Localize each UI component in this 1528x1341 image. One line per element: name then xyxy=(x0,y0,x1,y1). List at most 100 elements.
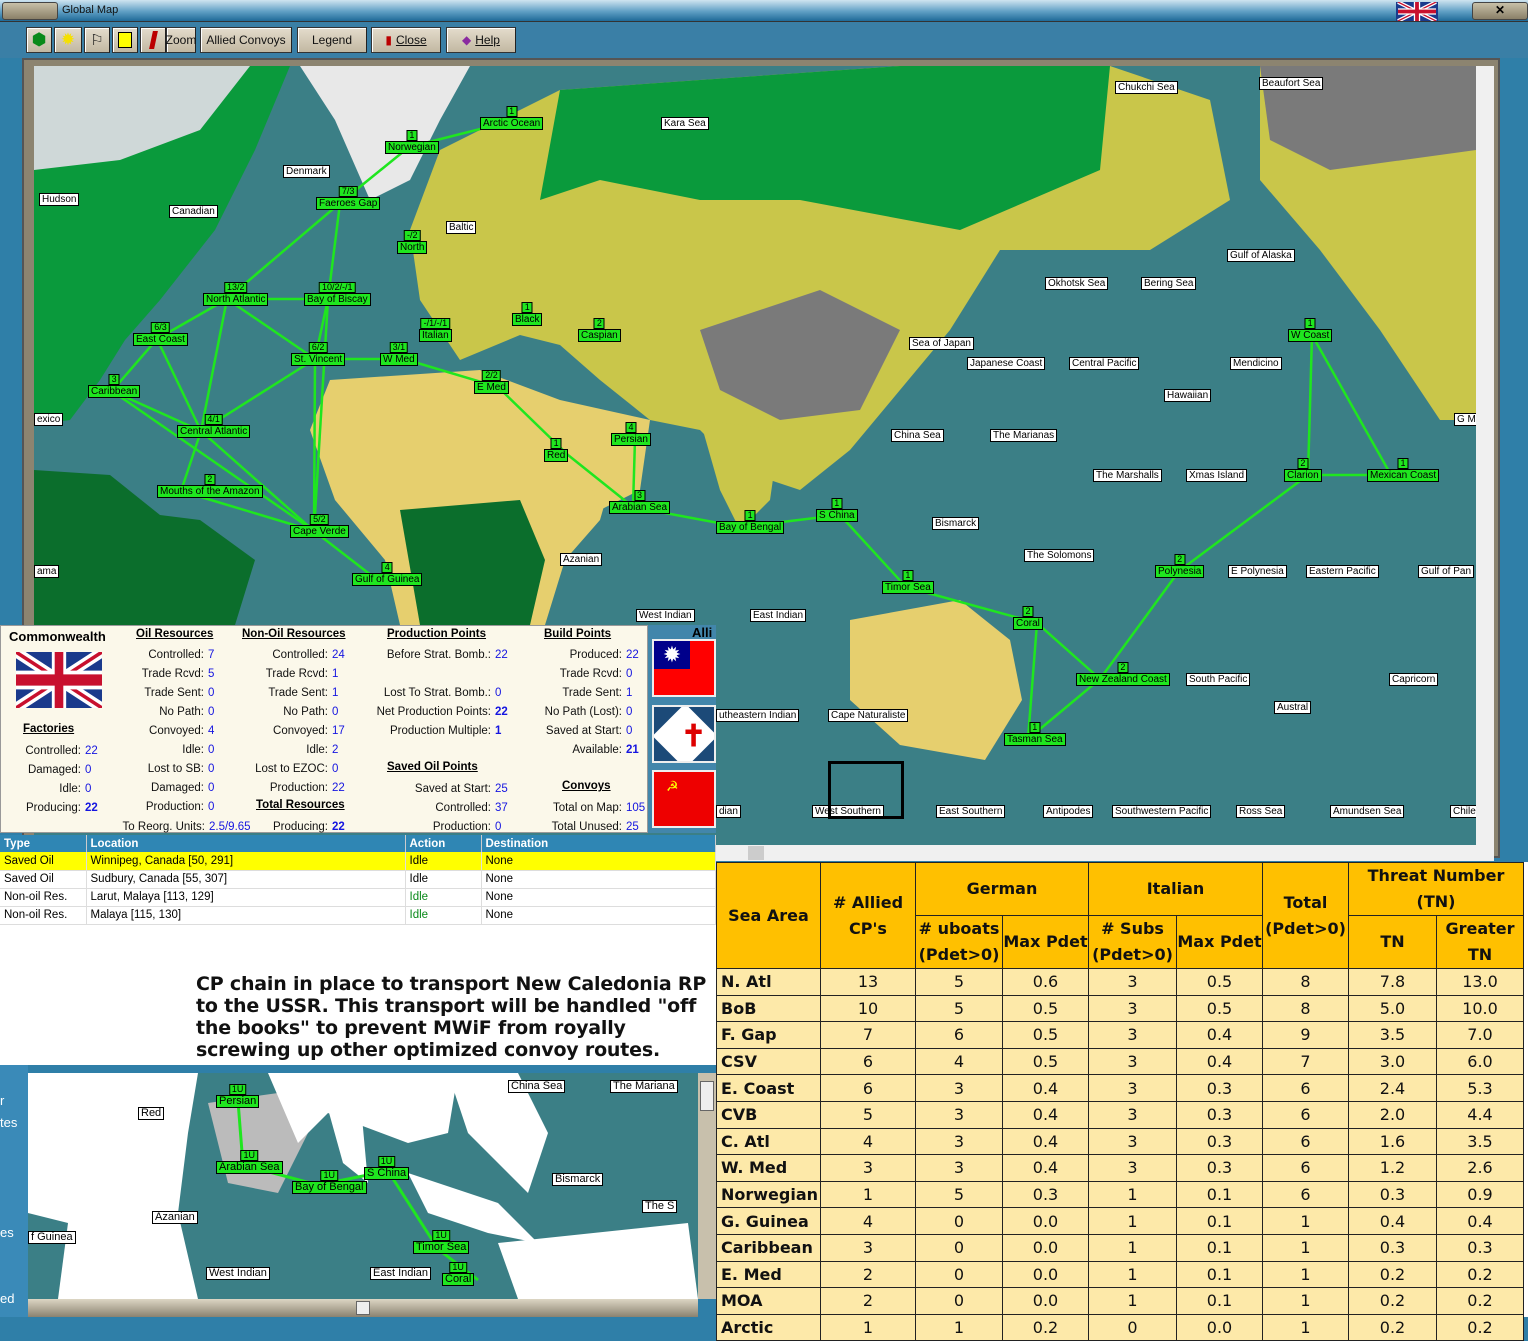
sea-area-label[interactable]: Sea of Japan xyxy=(909,337,974,350)
sea-area-label[interactable]: East Southern xyxy=(936,805,1006,818)
sea-area-label[interactable]: Bismarck xyxy=(932,517,980,530)
sea-area-label[interactable]: Austral xyxy=(1274,701,1312,714)
col-location[interactable]: Location xyxy=(86,835,406,852)
convoy-area-italian[interactable]: Italian -/1/-/1 xyxy=(419,318,452,342)
sea-area-label[interactable]: The Mariana xyxy=(610,1080,678,1093)
mini-vertical-scrollbar[interactable] xyxy=(698,1073,716,1299)
convoy-area-cape-verde[interactable]: Cape Verde 5/2 xyxy=(290,514,349,538)
sea-area-label[interactable]: Denmark xyxy=(283,165,330,178)
hex-button[interactable]: ⬢ xyxy=(26,27,52,53)
mini-convoy-area[interactable]: Timor Sea 1U xyxy=(413,1230,470,1254)
convoy-area-gulf-of-guinea[interactable]: Gulf of Guinea 4 xyxy=(352,562,423,586)
sea-area-label[interactable]: Amundsen Sea xyxy=(1330,805,1405,818)
scroll-thumb[interactable] xyxy=(748,846,764,860)
convoy-area-red[interactable]: Red 1 xyxy=(544,438,569,462)
convoy-area-coral[interactable]: Coral 2 xyxy=(1013,606,1043,630)
col-destination[interactable]: Destination xyxy=(481,835,716,852)
convoy-area-bay-of-biscay[interactable]: Bay of Biscay 10/2/-/1 xyxy=(304,282,371,306)
allied-convoys-button[interactable]: Allied Convoys xyxy=(200,27,292,53)
sea-area-label[interactable]: Eastern Pacific xyxy=(1306,565,1379,578)
sea-area-label[interactable]: East Indian xyxy=(750,609,807,622)
sea-area-label[interactable]: Azanian xyxy=(152,1211,198,1224)
close-button[interactable]: ▮ Close xyxy=(371,27,441,53)
sea-area-label[interactable]: Hawaiian xyxy=(1164,389,1212,402)
convoy-area-clarion[interactable]: Clarion 2 xyxy=(1284,458,1322,482)
sea-area-label[interactable]: Central Pacific xyxy=(1069,357,1140,370)
sea-area-label[interactable]: China Sea xyxy=(508,1080,566,1093)
mini-convoy-area[interactable]: Coral 1U xyxy=(442,1262,475,1286)
list-row[interactable]: Saved Oil Winnipeg, Canada [50, 291] Idle N… xyxy=(0,852,716,871)
zoom-button[interactable]: Zoom xyxy=(166,27,196,53)
scroll-thumb[interactable] xyxy=(356,1301,370,1315)
convoy-area-north[interactable]: North -/2 xyxy=(397,230,428,254)
sea-area-label[interactable]: Red xyxy=(138,1107,165,1120)
mini-horizontal-scrollbar[interactable] xyxy=(28,1299,698,1317)
china-flag-button[interactable]: ✹ xyxy=(652,639,716,697)
convoy-area-caspian[interactable]: Caspian 2 xyxy=(578,318,621,342)
sea-area-label[interactable]: Kara Sea xyxy=(661,117,709,130)
window-menu-button[interactable] xyxy=(2,2,58,20)
sea-area-label[interactable]: Gulf of Alaska xyxy=(1227,249,1295,262)
calculator-button[interactable] xyxy=(112,27,138,53)
sea-area-label[interactable]: f Guinea xyxy=(28,1231,76,1244)
sea-area-label[interactable]: exico xyxy=(34,413,64,426)
convoy-area-timor-sea[interactable]: Timor Sea 1 xyxy=(882,570,934,594)
flag-button[interactable]: ⚐ xyxy=(84,27,110,53)
list-row[interactable]: Saved Oil Sudbury, Canada [55, 307] Idle No… xyxy=(0,870,716,889)
free-france-flag-button[interactable]: ✝ xyxy=(652,705,716,763)
col-type[interactable]: Type xyxy=(0,835,87,852)
mini-convoy-area[interactable]: S China 1U xyxy=(364,1156,410,1180)
sea-area-label[interactable]: Baltic xyxy=(446,221,477,234)
sea-area-label[interactable]: Capricorn xyxy=(1389,673,1439,686)
sea-area-label[interactable]: Chile xyxy=(1450,805,1476,818)
convoy-area-mouths-of-the-amazon[interactable]: Mouths of the Amazon 2 xyxy=(157,474,263,498)
zoomed-map[interactable]: Persian 1U Arabian Sea 1U Bay of Bengal 1U S C… xyxy=(28,1073,698,1299)
convoy-area-faeroes-gap[interactable]: Faeroes Gap 7/3 xyxy=(316,186,381,210)
sea-area-label[interactable]: ama xyxy=(34,565,60,578)
viewport-rectangle[interactable] xyxy=(828,761,904,819)
list-row[interactable]: Non-oil Res. Malaya [115, 130] Idle None xyxy=(0,906,716,925)
convoy-area-new-zealand-coast[interactable]: New Zealand Coast 2 xyxy=(1076,662,1170,686)
convoy-area-north-atlantic[interactable]: North Atlantic 13/2 xyxy=(203,282,269,306)
convoy-area-st-vincent[interactable]: St. Vincent 6/2 xyxy=(291,342,346,366)
sun-button[interactable]: ✹ xyxy=(54,27,82,53)
sea-area-label[interactable]: Mendicino xyxy=(1230,357,1282,370)
sea-area-label[interactable]: Canadian xyxy=(169,205,218,218)
sea-area-label[interactable]: utheastern Indian xyxy=(716,709,800,722)
convoy-area-norwegian[interactable]: Norwegian 1 xyxy=(385,130,439,154)
mini-convoy-area[interactable]: Persian 1U xyxy=(216,1084,260,1108)
sea-area-label[interactable]: E Polynesia xyxy=(1228,565,1287,578)
convoy-area-central-atlantic[interactable]: Central Atlantic 4/1 xyxy=(177,414,251,438)
sea-area-label[interactable]: The Marshalls xyxy=(1093,469,1162,482)
ussr-flag-button[interactable]: ☭ xyxy=(652,770,716,828)
sea-area-label[interactable]: China Sea xyxy=(891,429,944,442)
sea-area-label[interactable]: Cape Naturaliste xyxy=(828,709,909,722)
legend-button[interactable]: Legend xyxy=(297,27,367,53)
help-button[interactable]: ◆ Help xyxy=(446,27,516,53)
sea-area-label[interactable]: Bismarck xyxy=(552,1173,604,1186)
sea-area-label[interactable]: dian xyxy=(716,805,741,818)
mini-convoy-area[interactable]: Arabian Sea 1U xyxy=(216,1150,283,1174)
convoy-area-w-med[interactable]: W Med 3/1 xyxy=(380,342,418,366)
sea-area-label[interactable]: Xmas Island xyxy=(1186,469,1248,482)
sea-area-label[interactable]: Chukchi Sea xyxy=(1115,81,1178,94)
convoy-area-arabian-sea[interactable]: Arabian Sea 3 xyxy=(609,490,671,514)
list-row[interactable]: Non-oil Res. Larut, Malaya [113, 129] Idle… xyxy=(0,888,716,907)
sea-area-label[interactable]: Antipodes xyxy=(1043,805,1094,818)
close-window-button[interactable]: ✕ xyxy=(1472,2,1528,20)
scroll-thumb[interactable] xyxy=(700,1081,714,1111)
sea-area-label[interactable]: Okhotsk Sea xyxy=(1045,277,1109,290)
sea-area-label[interactable]: West Indian xyxy=(206,1267,270,1280)
mini-convoy-area[interactable]: Bay of Bengal 1U xyxy=(292,1170,367,1194)
convoy-area-persian[interactable]: Persian 4 xyxy=(611,422,651,446)
sea-area-label[interactable]: West Indian xyxy=(636,609,695,622)
sea-area-label[interactable]: Azanian xyxy=(560,553,603,566)
sea-area-label[interactable]: Ross Sea xyxy=(1236,805,1286,818)
sea-area-label[interactable]: G M xyxy=(1454,413,1476,426)
convoy-area-caribbean[interactable]: Caribbean 3 xyxy=(88,374,141,398)
convoy-area-e-med[interactable]: E Med 2/2 xyxy=(474,370,509,394)
map-horizontal-scrollbar[interactable] xyxy=(716,845,1494,861)
sea-area-label[interactable]: Beaufort Sea xyxy=(1259,77,1324,90)
sea-area-label[interactable]: Hudson xyxy=(39,193,80,206)
sea-area-label[interactable]: The Marianas xyxy=(990,429,1058,442)
